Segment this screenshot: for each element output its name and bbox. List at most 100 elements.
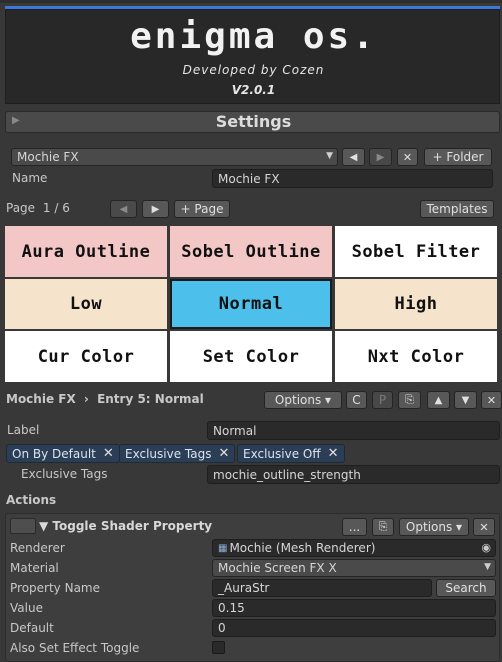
breadcrumb-root[interactable]: Mochie FX <box>6 392 76 406</box>
duplicate-entry-button[interactable]: ⎘ <box>398 391 421 409</box>
move-up-button[interactable]: ▲ <box>427 391 450 409</box>
mesh-renderer-icon: ▦ <box>218 542 228 554</box>
close-icon: ✕ <box>486 393 497 407</box>
close-icon[interactable]: ✕ <box>218 446 229 461</box>
grid-cell-label: Cur Color <box>37 346 135 367</box>
arrow-right-icon: ▶ <box>151 203 160 215</box>
tag-label: Exclusive Tags <box>125 446 212 461</box>
settings-label: Settings <box>215 112 292 131</box>
search-button[interactable]: Search <box>436 579 496 597</box>
move-down-button[interactable]: ▼ <box>454 391 477 409</box>
tag-label: Exclusive Off <box>243 446 321 461</box>
arrow-left-icon: ◀ <box>119 203 128 215</box>
renderer-label: Renderer <box>10 541 65 555</box>
entry-label-field[interactable]: Normal <box>207 421 500 440</box>
grid-cell-label: Sobel Outline <box>181 241 321 262</box>
prev-page-button[interactable]: ◀ <box>110 200 137 218</box>
arrow-left-icon: ◀ <box>349 151 358 163</box>
drag-handle[interactable] <box>10 518 36 534</box>
prev-preset-button[interactable]: ◀ <box>342 148 365 166</box>
copy-entry-button[interactable]: C <box>346 391 367 409</box>
page-counter: 1 / 6 <box>42 201 70 215</box>
page-label: Page 1 / 6 <box>6 201 70 215</box>
also-set-toggle-label: Also Set Effect Toggle <box>10 641 140 655</box>
action-ellipsis-button[interactable]: ... <box>342 518 367 536</box>
exclusive-tags-label: Exclusive Tags <box>21 467 108 481</box>
grid-cell[interactable]: Sobel Filter <box>335 226 497 277</box>
material-label: Material <box>10 561 59 575</box>
action-grid: Aura Outline Sobel Outline Sobel Filter … <box>0 224 502 382</box>
action-card: ▼ Toggle Shader Property ... ⎘ Options ▾… <box>5 513 500 662</box>
grid-cell-label: Low <box>69 294 103 314</box>
arrow-right-icon: ▶ <box>376 151 385 163</box>
breadcrumb: Mochie FX › Entry 5: Normal <box>6 392 204 406</box>
settings-foldout[interactable]: ▶ Settings <box>5 111 500 133</box>
material-dropdown[interactable]: Mochie Screen FX X ▼ <box>212 559 496 577</box>
action-title[interactable]: ▼ Toggle Shader Property <box>39 519 212 533</box>
grid-cell[interactable]: Set Color <box>170 331 332 382</box>
tag-exclusive-off[interactable]: Exclusive Off ✕ <box>237 444 345 463</box>
close-icon[interactable]: ✕ <box>328 446 339 461</box>
next-preset-button[interactable]: ▶ <box>369 148 392 166</box>
chevron-down-icon: ▼ <box>326 151 333 161</box>
name-label: Name <box>12 171 48 185</box>
exclusive-tags-field[interactable]: mochie_outline_strength <box>207 465 500 484</box>
also-set-toggle-checkbox[interactable] <box>212 641 225 654</box>
grid-cell[interactable]: Nxt Color <box>335 331 497 382</box>
grid-cell[interactable]: Aura Outline <box>5 226 167 277</box>
grid-cell-label: Normal <box>218 294 284 314</box>
grid-cell[interactable]: Cur Color <box>5 331 167 382</box>
arrow-down-icon: ▼ <box>461 394 470 406</box>
object-picker-icon[interactable]: ◉ <box>481 541 491 554</box>
default-label: Default <box>10 621 54 635</box>
grid-cell[interactable]: Sobel Outline <box>170 226 332 277</box>
grid-cell[interactable]: High <box>335 279 497 329</box>
tag-exclusive-tags[interactable]: Exclusive Tags ✕ <box>119 444 236 463</box>
grid-cell-label: Set Color <box>202 346 300 367</box>
breadcrumb-entry: Entry 5: Normal <box>97 392 204 406</box>
grid-cell-label: Sobel Filter <box>351 241 481 262</box>
name-field[interactable]: Mochie FX <box>212 169 493 188</box>
close-icon: ✕ <box>479 520 489 534</box>
property-name-label: Property Name <box>10 581 100 595</box>
next-page-button[interactable]: ▶ <box>142 200 169 218</box>
duplicate-icon: ⎘ <box>378 520 388 533</box>
value-field[interactable]: 0.15 <box>212 599 496 617</box>
preset-dropdown[interactable]: Mochie FX ▼ <box>11 148 338 166</box>
add-page-button[interactable]: + Page <box>174 200 230 218</box>
grid-cell-label: Aura Outline <box>21 241 151 262</box>
close-icon[interactable]: ✕ <box>103 446 114 461</box>
breadcrumb-separator: › <box>83 392 89 406</box>
action-options-button[interactable]: Options ▾ <box>399 518 469 536</box>
paste-entry-button[interactable]: P <box>372 391 393 409</box>
renderer-value: Mochie (Mesh Renderer) <box>229 541 376 555</box>
default-field[interactable]: 0 <box>212 619 496 637</box>
entry-options-button[interactable]: Options ▾ <box>264 391 342 409</box>
version-label: V2.0.1 <box>231 83 276 97</box>
remove-preset-button[interactable]: ✕ <box>397 148 418 166</box>
templates-button[interactable]: Templates <box>420 200 494 218</box>
grid-cell-label: Nxt Color <box>367 346 465 367</box>
property-name-field[interactable]: _AuraStr <box>212 579 432 597</box>
add-folder-button[interactable]: + Folder <box>424 148 492 166</box>
entry-label-label: Label <box>7 423 40 437</box>
action-duplicate-button[interactable]: ⎘ <box>372 518 394 536</box>
actions-heading: Actions <box>6 493 57 507</box>
material-value: Mochie Screen FX X <box>218 561 337 575</box>
tag-on-by-default[interactable]: On By Default ✕ <box>6 444 120 463</box>
app-logo-title: enigma os. <box>130 16 377 57</box>
arrow-up-icon: ▲ <box>434 394 443 406</box>
tag-label: On By Default <box>12 446 96 461</box>
grid-cell-selected[interactable]: Normal <box>170 279 332 329</box>
preset-dropdown-value: Mochie FX <box>17 150 79 164</box>
developer-credit: Developed by Cozen <box>182 63 325 77</box>
grid-cell-label: High <box>394 294 438 314</box>
renderer-object-field[interactable]: ▦ Mochie (Mesh Renderer) ◉ <box>212 539 496 557</box>
action-close-button[interactable]: ✕ <box>473 518 495 536</box>
value-label: Value <box>10 601 43 615</box>
grid-cell[interactable]: Low <box>5 279 167 329</box>
chevron-down-icon: ▼ <box>484 562 491 572</box>
delete-entry-button[interactable]: ✕ <box>481 391 502 409</box>
close-icon: ✕ <box>402 150 413 164</box>
duplicate-icon: ⎘ <box>405 393 414 406</box>
